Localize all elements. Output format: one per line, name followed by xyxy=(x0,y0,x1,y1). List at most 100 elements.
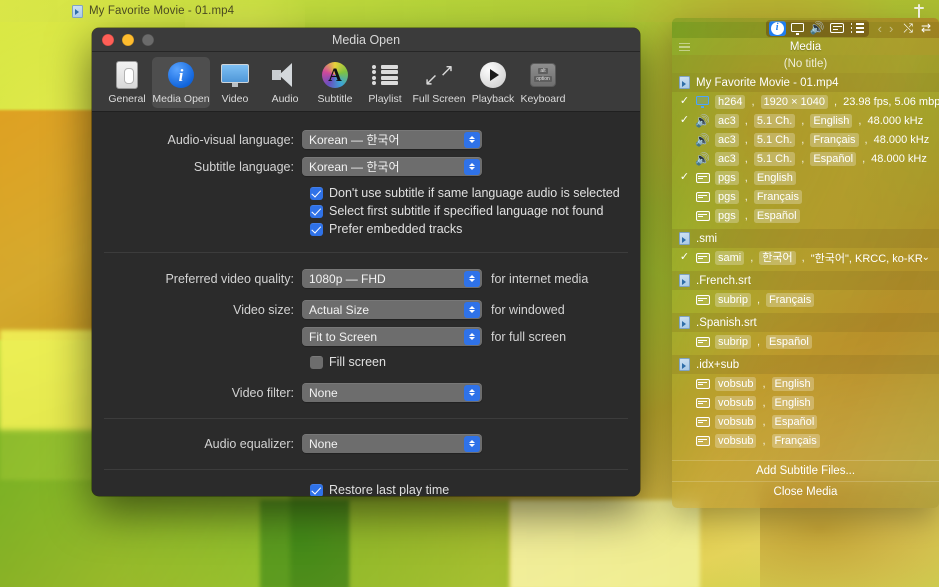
table-row[interactable]: ✓ vobsub , English xyxy=(672,393,939,412)
table-row[interactable]: ✓ subrip , Español xyxy=(672,332,939,351)
add-subtitle-files-button[interactable]: Add Subtitle Files... xyxy=(672,461,939,481)
cc-icon xyxy=(695,253,710,263)
track-codec: h264 xyxy=(715,95,745,109)
tab-audio[interactable]: Audio xyxy=(260,57,310,108)
tab-playlist[interactable]: Playlist xyxy=(360,57,410,108)
speaker-icon: 🔊 xyxy=(695,134,710,146)
table-row[interactable]: ✓ sami , 한국어 , "한국어", KRCC, ko-KR ⌄ xyxy=(672,248,939,267)
table-row[interactable]: ✓ subrip , Français xyxy=(672,290,939,309)
speaker-icon: 🔊 xyxy=(695,115,710,127)
prefer-embedded-label: Prefer embedded tracks xyxy=(329,222,462,236)
check-mark: ✓ xyxy=(679,191,690,202)
speaker-icon: 🔊 xyxy=(695,153,710,165)
fill-screen-row[interactable]: Fill screen xyxy=(92,353,640,371)
list-item[interactable]: .French.srt xyxy=(672,271,939,290)
cc-icon xyxy=(695,436,710,446)
monitor-icon xyxy=(221,60,249,90)
hamburger-icon[interactable] xyxy=(679,43,690,51)
select-first-subtitle-checkbox[interactable] xyxy=(310,205,323,218)
track-detail: 48.000 kHz xyxy=(867,115,923,127)
preferences-toolbar: General i Media Open Video Audio A Subti… xyxy=(92,52,640,112)
table-row[interactable]: ✓ h264 , 1920 × 1040 , 23.98 fps, 5.06 m… xyxy=(672,92,939,111)
track-language: Français xyxy=(810,133,858,147)
separator: , xyxy=(750,252,753,264)
prefer-embedded-row[interactable]: Prefer embedded tracks xyxy=(92,220,640,238)
tab-playlist-label: Playlist xyxy=(368,93,401,105)
tab-subtitle[interactable]: A Subtitle xyxy=(310,57,360,108)
table-row[interactable]: ✓ vobsub , Français xyxy=(672,431,939,450)
table-row[interactable]: ✓ vobsub , English xyxy=(672,374,939,393)
video-size-fullscreen-suffix: for full screen xyxy=(491,330,566,344)
tab-general[interactable]: General xyxy=(102,57,152,108)
subtitle-language-row: Subtitle language: Korean — 한국어 xyxy=(92,153,640,180)
pin-icon[interactable] xyxy=(913,4,925,18)
track-language: Français xyxy=(766,293,814,307)
desktop-root: My Favorite Movie - 01.mp4 Media Open Ge… xyxy=(0,0,939,587)
media-audio-button[interactable]: 🔊 xyxy=(809,21,826,36)
cc-icon xyxy=(695,417,710,427)
media-track-list: My Favorite Movie - 01.mp4 ✓ h264 , 1920… xyxy=(672,73,939,502)
list-item[interactable]: .smi xyxy=(672,229,939,248)
subtitle-language-select[interactable]: Korean — 한국어 xyxy=(302,157,482,176)
check-mark: ✓ xyxy=(679,115,690,126)
chevron-left-icon[interactable]: ‹ xyxy=(878,22,882,35)
separator: , xyxy=(762,416,765,428)
close-media-button[interactable]: Close Media xyxy=(672,482,939,502)
video-size-windowed-select[interactable]: Actual Size xyxy=(302,300,482,319)
file-name: .French.srt xyxy=(696,275,751,287)
check-mark: ✓ xyxy=(679,153,690,164)
video-quality-select[interactable]: 1080p — FHD xyxy=(302,269,482,288)
table-row[interactable]: ✓ pgs , English xyxy=(672,168,939,187)
dont-use-subtitle-row[interactable]: Don't use subtitle if same language audi… xyxy=(92,184,640,202)
media-playlist-button[interactable] xyxy=(849,21,866,36)
restore-last-play-time-checkbox[interactable] xyxy=(310,484,323,497)
separator: , xyxy=(865,134,868,146)
media-playmode-buttons: ⤭ ⇄ xyxy=(903,22,931,34)
check-mark: ✓ xyxy=(679,336,690,347)
track-channels: 5.1 Ch. xyxy=(754,133,795,147)
track-channels: 5.1 Ch. xyxy=(754,152,795,166)
table-row[interactable]: ✓ pgs , Français xyxy=(672,187,939,206)
media-video-button[interactable] xyxy=(789,21,806,36)
track-codec: vobsub xyxy=(715,396,756,410)
separator: , xyxy=(801,115,804,127)
table-row[interactable]: ✓ 🔊 ac3 , 5.1 Ch. , Français , 48.000 kH… xyxy=(672,130,939,149)
file-name: My Favorite Movie - 01.mp4 xyxy=(696,77,839,89)
window-title: Media Open xyxy=(92,33,640,47)
tab-playback[interactable]: Playback xyxy=(468,57,518,108)
av-language-select[interactable]: Korean — 한국어 xyxy=(302,130,482,149)
video-size-fullscreen-select[interactable]: Fit to Screen xyxy=(302,327,482,346)
tab-video[interactable]: Video xyxy=(210,57,260,108)
list-item[interactable]: .Spanish.srt xyxy=(672,313,939,332)
chevron-down-icon[interactable]: ⌄ xyxy=(922,253,930,263)
preferences-titlebar[interactable]: Media Open xyxy=(92,28,640,52)
separator: , xyxy=(751,96,754,108)
media-subtitle-button[interactable] xyxy=(829,21,846,36)
fill-screen-label: Fill screen xyxy=(329,355,386,369)
video-size-label: Video size: xyxy=(92,303,302,317)
tab-full-screen[interactable]: ↗↙ Full Screen xyxy=(410,57,468,108)
fill-screen-checkbox[interactable] xyxy=(310,356,323,369)
table-row[interactable]: ✓ vobsub , Español xyxy=(672,412,939,431)
chevron-right-icon[interactable]: › xyxy=(889,22,893,35)
media-panel-no-title: (No title) xyxy=(672,55,939,73)
list-item[interactable]: .idx+sub xyxy=(672,355,939,374)
audio-equalizer-select[interactable]: None xyxy=(302,434,482,453)
table-row[interactable]: ✓ pgs , Español xyxy=(672,206,939,225)
restore-last-play-time-row[interactable]: Restore last play time xyxy=(92,481,640,496)
table-row[interactable]: ✓ 🔊 ac3 , 5.1 Ch. , English , 48.000 kHz xyxy=(672,111,939,130)
table-row[interactable]: ✓ 🔊 ac3 , 5.1 Ch. , Español , 48.000 kHz xyxy=(672,149,939,168)
prefer-embedded-checkbox[interactable] xyxy=(310,223,323,236)
shuffle-icon[interactable]: ⤭ xyxy=(903,22,913,34)
track-language: Français xyxy=(754,190,802,204)
select-first-subtitle-row[interactable]: Select first subtitle if specified langu… xyxy=(92,202,640,220)
video-filter-select[interactable]: None xyxy=(302,383,482,402)
media-info-button[interactable]: i xyxy=(769,21,786,36)
dont-use-subtitle-checkbox[interactable] xyxy=(310,187,323,200)
repeat-icon[interactable]: ⇄ xyxy=(921,22,931,34)
file-icon xyxy=(679,76,690,89)
list-item[interactable]: My Favorite Movie - 01.mp4 xyxy=(672,73,939,92)
av-language-value: Korean — 한국어 xyxy=(309,131,399,148)
tab-keyboard[interactable]: altoption Keyboard xyxy=(518,57,568,108)
tab-media-open[interactable]: i Media Open xyxy=(152,57,210,108)
